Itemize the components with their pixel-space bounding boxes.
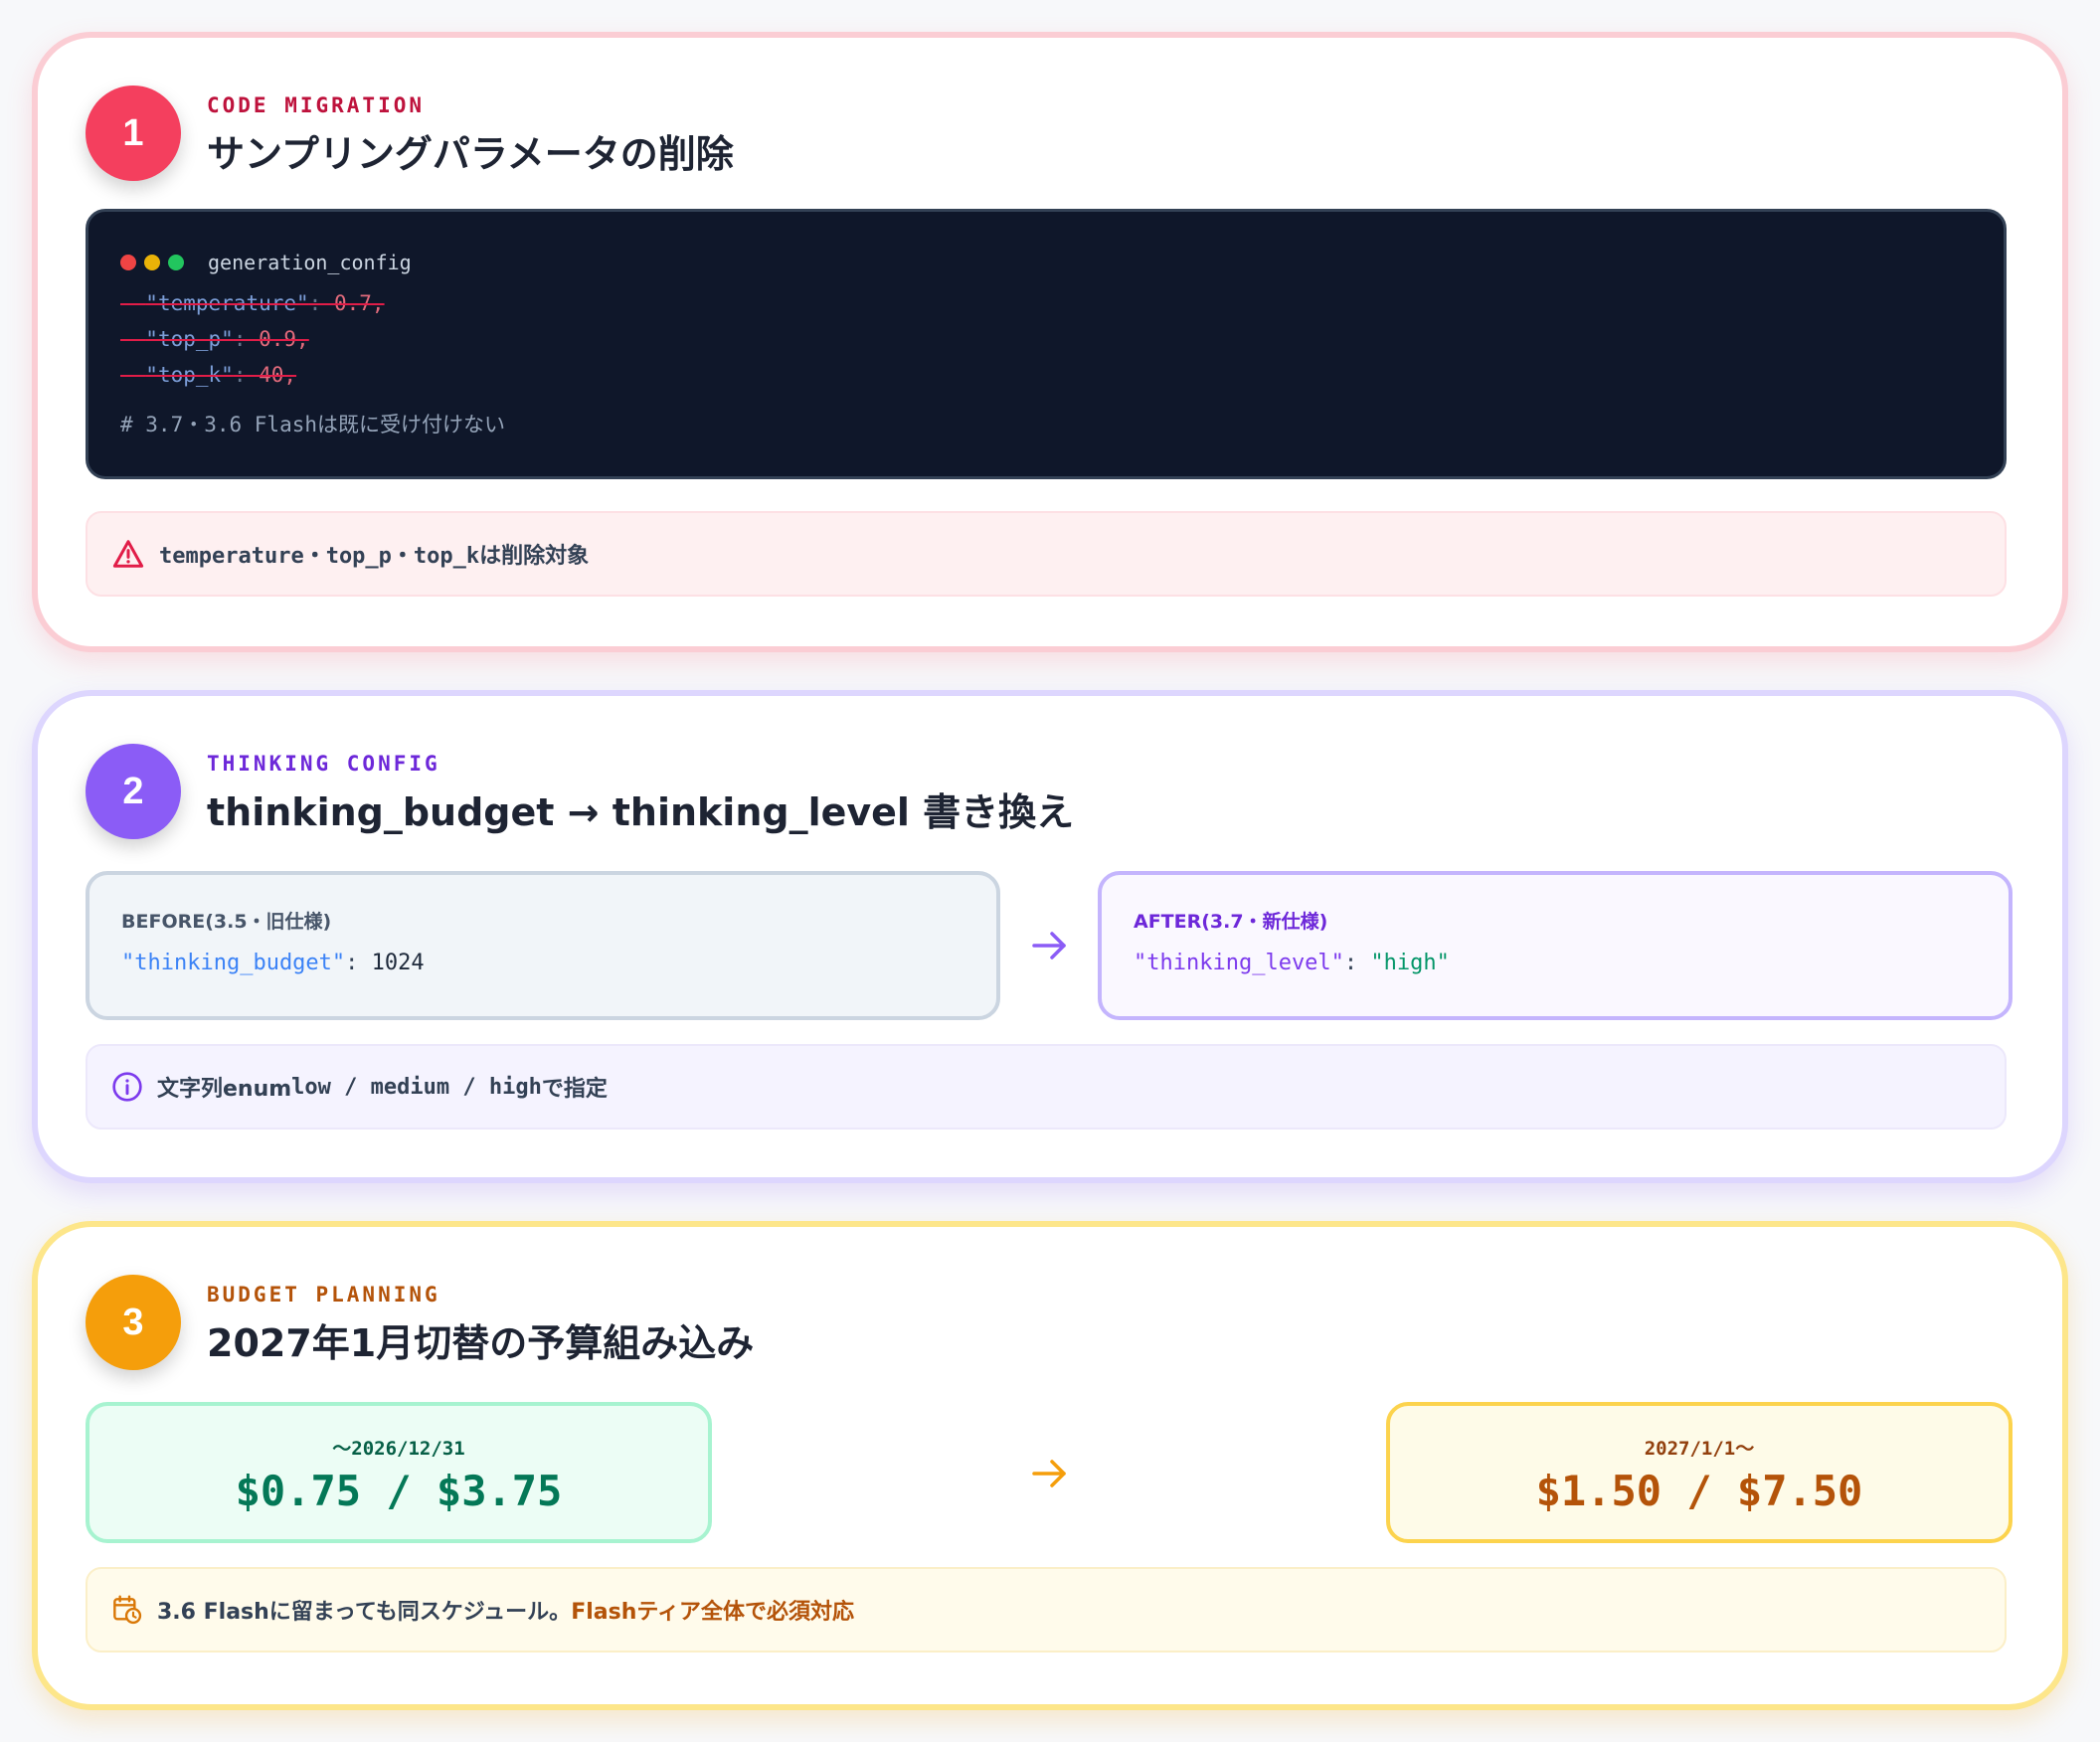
code-filename: generation_config (208, 251, 412, 274)
arrow-right-icon (1032, 1460, 1066, 1487)
info-note: 文字列enum low / medium / high で指定 (86, 1044, 2007, 1130)
after-label: AFTER(3.7・新仕様) (1134, 911, 1328, 933)
new-price-box: 2027/1/1〜 $1.50 / $7.50 (1386, 1402, 2012, 1543)
note-text: 3.6 Flashに留まっても同スケジュール。 (157, 1600, 572, 1625)
before-label: BEFORE(3.5・旧仕様) (121, 911, 332, 933)
step-title: 2027年1月切替の予算組み込み (207, 1321, 755, 1365)
info-icon (112, 1072, 142, 1102)
note-highlight: Flashティア全体で必須対応 (571, 1600, 855, 1625)
code-comment: # 3.7・3.6 Flashは既に受け付けない (120, 413, 506, 436)
step-eyebrow: THINKING CONFIG (207, 752, 440, 776)
maximize-dot-icon (168, 255, 184, 270)
note-code-text: temperature・top_p・top_k (159, 544, 480, 569)
arrow-right-icon (1032, 932, 1066, 959)
new-price-date: 2027/1/1〜 (1644, 1438, 1755, 1460)
calendar-clock-icon (113, 1595, 142, 1625)
step-number-badge: 2 (86, 744, 181, 839)
step-title: サンプリングパラメータの削除 (207, 132, 734, 176)
schedule-note: 3.6 Flashに留まっても同スケジュール。 Flashティア全体で必須対応 (86, 1567, 2007, 1653)
step-eyebrow: CODE MIGRATION (207, 93, 426, 117)
note-code-text: low / medium / high (291, 1074, 542, 1100)
note-prefix: 文字列enum (157, 1077, 292, 1102)
warning-icon (112, 540, 144, 568)
code-window: generation_config - "temperature": 0.7, … (86, 209, 2007, 479)
current-price-date: 〜2026/12/31 (332, 1438, 465, 1460)
note-suffix: で指定 (541, 1077, 608, 1102)
step-header: 2 THINKING CONFIG thinking_budget → thin… (86, 744, 2014, 853)
step-header: 3 BUDGET PLANNING 2027年1月切替の予算組み込み (86, 1275, 2014, 1384)
deleted-code-line: - "temperature": 0.7, (120, 291, 385, 315)
deleted-code-line: - "top_k": 40, (120, 363, 297, 387)
current-price-box: 〜2026/12/31 $0.75 / $3.75 (86, 1402, 712, 1543)
step-number-badge: 3 (86, 1275, 181, 1370)
step-eyebrow: BUDGET PLANNING (207, 1283, 440, 1306)
minimize-dot-icon (144, 255, 160, 270)
step-header: 1 CODE MIGRATION サンプリングパラメータの削除 (86, 86, 2014, 195)
before-code: "thinking_budget": 1024 (121, 951, 425, 975)
close-dot-icon (120, 255, 136, 270)
note-text: は削除対象 (479, 544, 590, 569)
after-code: "thinking_level": "high" (1134, 951, 1450, 975)
step-number-badge: 1 (86, 86, 181, 181)
window-controls: generation_config (120, 246, 1972, 279)
before-box: BEFORE(3.5・旧仕様) "thinking_budget": 1024 (86, 871, 1000, 1020)
current-price-amount: $0.75 / $3.75 (235, 1467, 563, 1515)
deleted-code-line: - "top_p": 0.9, (120, 327, 309, 351)
step-title: thinking_budget → thinking_level 書き換え (207, 790, 1075, 834)
warning-note: temperature・top_p・top_k は削除対象 (86, 511, 2007, 597)
new-price-amount: $1.50 / $7.50 (1535, 1467, 1863, 1515)
after-box: AFTER(3.7・新仕様) "thinking_level": "high" (1098, 871, 2012, 1020)
